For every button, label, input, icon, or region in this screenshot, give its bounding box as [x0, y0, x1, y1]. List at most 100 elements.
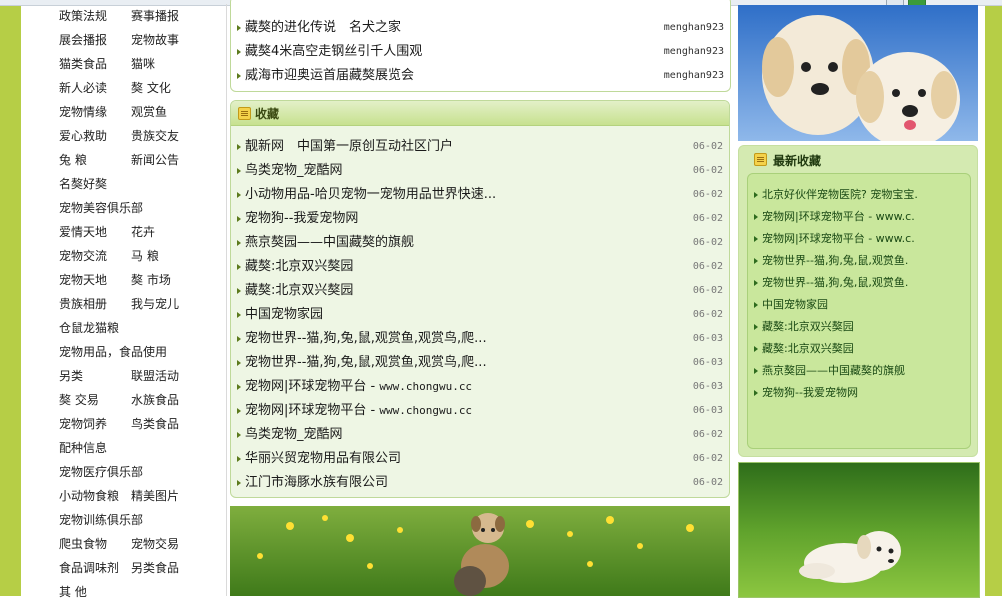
favorite-title-link[interactable]: 宠物网|环球宠物平台 - www.chongwu.cc	[245, 399, 472, 423]
favorite-title-link[interactable]: 宠物网|环球宠物平台 - www.chongwu.cc	[245, 375, 472, 399]
nav-link[interactable]: 宠物交易	[131, 532, 179, 556]
favorite-item: 中国宠物家园 06-02	[237, 303, 723, 327]
favorite-title-link[interactable]: 中国宠物家园	[245, 303, 323, 327]
latest-item-link[interactable]: 藏獒:北京双兴獒园	[762, 316, 854, 338]
nav-link[interactable]: 赛事播报	[131, 4, 179, 28]
nav-link[interactable]: 宠物训练俱乐部	[59, 513, 143, 527]
nav-row: 配种信息	[59, 436, 107, 460]
favorite-title-link[interactable]: 小动物用品-哈贝宠物一宠物用品世界快速...	[245, 183, 496, 207]
nav-link[interactable]: 名獒好獒	[59, 177, 107, 191]
nav-link[interactable]: 獒 交易	[59, 393, 99, 407]
nav-link[interactable]: 马 粮	[131, 244, 159, 268]
nav-link[interactable]: 新人必读	[59, 81, 107, 95]
favorite-date: 06-02	[692, 165, 723, 176]
latest-item-link[interactable]: 藏獒:北京双兴獒园	[762, 338, 854, 360]
bullet-icon	[237, 408, 241, 414]
latest-item-link[interactable]: 宠物世界--猫,狗,兔,鼠,观赏鱼.	[762, 250, 908, 272]
latest-item-link[interactable]: 中国宠物家园	[762, 294, 828, 316]
nav-link[interactable]: 配种信息	[59, 441, 107, 455]
news-title-link[interactable]: 威海市迎奥运首届藏獒展览会	[245, 64, 414, 88]
favorite-item: 宠物网|环球宠物平台 - www.chongwu.cc 06-03	[237, 399, 723, 423]
nav-link[interactable]: 兔 粮	[59, 153, 87, 167]
nav-link[interactable]: 仓鼠龙猫粮	[59, 321, 119, 335]
nav-link[interactable]: 另类食品	[131, 556, 179, 580]
nav-link[interactable]: 爱情天地	[59, 225, 107, 239]
favorite-date: 06-02	[692, 429, 723, 440]
favorite-title-link[interactable]: 江门市海豚水族有限公司	[245, 471, 388, 495]
nav-link[interactable]: 小动物食粮	[59, 489, 119, 503]
nav-link[interactable]: 宠物用品，食品使用	[59, 345, 167, 359]
news-title-link[interactable]: 藏獒的进化传说 名犬之家	[245, 16, 401, 40]
favorites-panel: 收藏 靓新网 中国第一原创互动社区门户 06-02 鸟类宠物_宠酷网 06-02 小动物…	[230, 100, 730, 498]
nav-row: 爱心救助 贵族交友	[59, 124, 179, 148]
favorite-title-link[interactable]: 藏獒:北京双兴獒园	[245, 279, 353, 303]
latest-item: 宠物网|环球宠物平台 - www.c.	[754, 228, 966, 250]
favorite-title-link[interactable]: 燕京獒园——中国藏獒的旗舰	[245, 231, 414, 255]
nav-link[interactable]: 鸟类食品	[131, 412, 179, 436]
nav-link[interactable]: 另类	[59, 369, 83, 383]
bullet-icon	[237, 240, 241, 246]
nav-link[interactable]: 我与宠儿	[131, 292, 179, 316]
nav-link[interactable]: 水族食品	[131, 388, 179, 412]
favorite-title-link[interactable]: 宠物世界--猫,狗,兔,鼠,观赏鱼,观赏鸟,爬...	[245, 327, 487, 351]
favorite-item: 宠物网|环球宠物平台 - www.chongwu.cc 06-03	[237, 375, 723, 399]
bullet-icon	[754, 236, 758, 242]
nav-row: 贵族相册 我与宠儿	[59, 292, 179, 316]
nav-link[interactable]: 联盟活动	[131, 364, 179, 388]
nav-link[interactable]: 猫咪	[131, 52, 155, 76]
favorite-title-link[interactable]: 宠物狗--我爱宠物网	[245, 207, 358, 231]
favorite-title-link[interactable]: 华丽兴贸宠物用品有限公司	[245, 447, 401, 471]
favorite-title-link[interactable]: 鸟类宠物_宠酷网	[245, 159, 343, 183]
bullet-icon	[754, 368, 758, 374]
nav-link[interactable]: 精美图片	[131, 484, 179, 508]
nav-link[interactable]: 食品调味剂	[59, 561, 119, 575]
nav-link[interactable]: 宠物情缘	[59, 105, 107, 119]
nav-link[interactable]: 宠物天地	[59, 273, 107, 287]
favorite-date: 06-03	[692, 333, 723, 344]
favorite-title-link[interactable]: 藏獒:北京双兴獒园	[245, 255, 353, 279]
bullet-icon	[237, 360, 241, 366]
nav-row: 其 他	[59, 580, 87, 604]
favorite-title-link[interactable]: 靓新网 中国第一原创互动社区门户	[245, 135, 453, 159]
nav-link[interactable]: 猫类食品	[59, 57, 107, 71]
news-title-link[interactable]: 藏獒4米高空走钢丝引千人围观	[245, 40, 422, 64]
nav-link[interactable]: 宠物医疗俱乐部	[59, 465, 143, 479]
latest-item-link[interactable]: 宠物狗--我爱宠物网	[762, 382, 858, 404]
nav-link[interactable]: 观赏鱼	[131, 100, 167, 124]
latest-favorites-title: 最新收藏	[773, 154, 822, 168]
favorite-title-link[interactable]: 宠物世界--猫,狗,兔,鼠,观赏鱼,观赏鸟,爬...	[245, 351, 487, 375]
nav-link[interactable]: 展会播报	[59, 33, 107, 47]
favorite-title: 燕京獒园——中国藏獒的旗舰	[245, 235, 415, 250]
nav-link[interactable]: 贵族相册	[59, 297, 107, 311]
nav-link[interactable]: 宠物美容俱乐部	[59, 201, 143, 215]
nav-link[interactable]: 獒 文化	[131, 76, 171, 100]
nav-link[interactable]: 宠物交流	[59, 249, 107, 263]
nav-link[interactable]: 宠物故事	[131, 28, 179, 52]
nav-link[interactable]: 爬虫食物	[59, 537, 107, 551]
latest-item-link[interactable]: 宠物网|环球宠物平台 - www.c.	[762, 206, 915, 228]
nav-link[interactable]: 贵族交友	[131, 124, 179, 148]
nav-link[interactable]: 花卉	[131, 220, 155, 244]
nav-link[interactable]: 獒 市场	[131, 268, 171, 292]
nav-row: 小动物食粮 精美图片	[59, 484, 179, 508]
bullet-icon	[237, 336, 241, 342]
puppies-on-grass-photo	[230, 506, 730, 596]
nav-row: 宠物饲养 鸟类食品	[59, 412, 179, 436]
favorite-date: 06-02	[692, 477, 723, 488]
bullet-icon	[237, 288, 241, 294]
nav-link[interactable]: 其 他	[59, 585, 87, 599]
nav-link[interactable]: 宠物饲养	[59, 417, 107, 431]
favorite-date: 06-03	[692, 405, 723, 416]
latest-item-link[interactable]: 宠物网|环球宠物平台 - www.c.	[762, 228, 915, 250]
nav-row: 新人必读 獒 文化	[59, 76, 171, 100]
favorite-title-link[interactable]: 鸟类宠物_宠酷网	[245, 423, 343, 447]
latest-item-link[interactable]: 北京好伙伴宠物医院? 宠物宝宝.	[762, 184, 918, 206]
news-author: menghan923	[663, 70, 724, 81]
left-category-nav: 政策法规 赛事播报 展会播报 宠物故事 猫类食品 猫咪 新人必读 獒 文化 宠物情缘 观赏鱼 爱心救…	[30, 4, 227, 599]
nav-link[interactable]: 爱心救助	[59, 129, 107, 143]
latest-item-link[interactable]: 燕京獒园——中国藏獒的旗舰	[762, 360, 905, 382]
nav-link[interactable]: 政策法规	[59, 9, 107, 23]
nav-link[interactable]: 新闻公告	[131, 148, 179, 172]
latest-item-link[interactable]: 宠物世界--猫,狗,兔,鼠,观赏鱼.	[762, 272, 908, 294]
favorite-title: 宠物世界--猫,狗,兔,鼠,观赏鱼,观赏鸟,爬...	[245, 331, 487, 346]
